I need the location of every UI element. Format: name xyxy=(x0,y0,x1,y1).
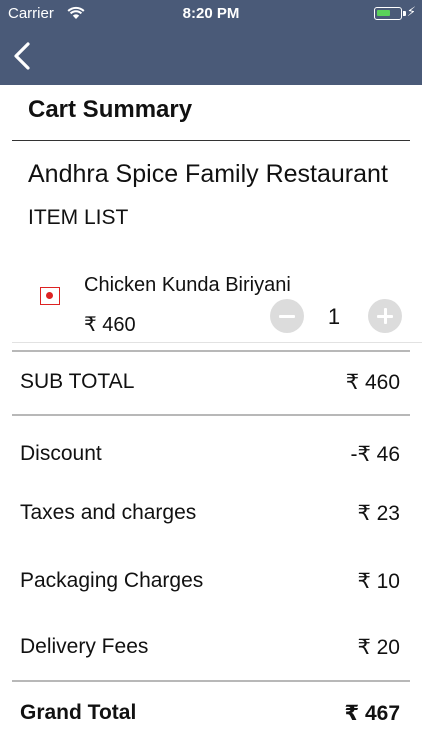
item-divider xyxy=(12,342,422,343)
item-quantity: 1 xyxy=(327,304,341,329)
back-button[interactable] xyxy=(6,38,40,74)
status-bar: Carrier 8:20 PM ⚡ xyxy=(0,0,422,28)
non-veg-mark-icon xyxy=(40,287,60,305)
battery-icon xyxy=(374,7,406,20)
delivery-label: Delivery Fees xyxy=(20,635,149,658)
subtotal-value: ₹ 460 xyxy=(345,371,400,394)
grand-total-value: ₹ 467 xyxy=(344,702,400,725)
clock: 8:20 PM xyxy=(182,5,240,22)
charging-icon: ⚡ xyxy=(406,4,416,19)
packaging-value: ₹ 10 xyxy=(357,570,400,593)
subtotal-divider xyxy=(12,350,410,352)
charges-divider xyxy=(12,414,410,416)
page-title: Cart Summary xyxy=(28,96,193,123)
delivery-value: ₹ 20 xyxy=(357,636,400,659)
item-price: ₹ 460 xyxy=(84,314,136,336)
navigation-bar xyxy=(0,28,422,85)
chevron-left-icon xyxy=(14,42,30,70)
taxes-label: Taxes and charges xyxy=(20,501,197,524)
discount-label: Discount xyxy=(20,442,102,465)
grand-total-divider xyxy=(12,680,410,682)
restaurant-name: Andhra Spice Family Restaurant xyxy=(28,160,388,188)
title-divider xyxy=(12,140,410,141)
subtotal-label: SUB TOTAL xyxy=(20,370,135,393)
discount-value: -₹ 46 xyxy=(350,443,400,466)
item-list-heading: ITEM LIST xyxy=(28,206,129,229)
grand-total-label: Grand Total xyxy=(20,701,137,724)
decrease-quantity-button[interactable] xyxy=(270,299,304,333)
battery-level xyxy=(377,10,390,16)
increase-quantity-button[interactable] xyxy=(368,299,402,333)
taxes-value: ₹ 23 xyxy=(357,502,400,525)
item-name: Chicken Kunda Biriyani xyxy=(84,274,291,296)
packaging-label: Packaging Charges xyxy=(20,569,204,592)
